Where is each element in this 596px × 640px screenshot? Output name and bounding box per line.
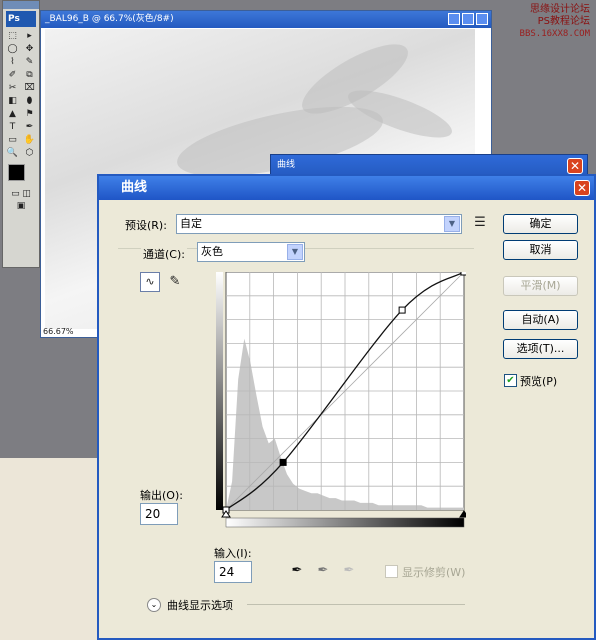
tools-panel: Ps ⬚ ▸ ◯ ✥ ⌇ ✎ ✐ ⧉ ✂ ⌧ ◧ ⬮ ▲ ⚑ T ✒ ▭ ✋ 🔍 ⬡ ▭ ◫ ▣ — [2, 0, 40, 268]
maximize-icon[interactable] — [462, 13, 474, 25]
tool-grid: ⬚ ▸ ◯ ✥ ⌇ ✎ ✐ ⧉ ✂ ⌧ ◧ ⬮ ▲ ⚑ T ✒ ▭ ✋ 🔍 ⬡ — [3, 29, 39, 160]
output-gradient-bar — [216, 272, 223, 510]
tool-icon-1[interactable]: ⬚ — [5, 30, 20, 42]
foreground-color-swatch[interactable] — [8, 164, 25, 181]
minimize-icon[interactable] — [448, 13, 460, 25]
tool-icon-3[interactable]: ◯ — [5, 43, 20, 55]
tool-icon-20[interactable]: ⬡ — [22, 147, 37, 159]
white-point-eyedropper-icon[interactable]: ✒ — [339, 561, 359, 581]
curves-graph[interactable] — [216, 272, 466, 544]
document-title[interactable]: _BAL96_B @ 66.7%(灰色/8#) — [41, 11, 491, 28]
show-clipping-label: 显示修剪(W) — [402, 566, 466, 579]
input-label: 输入(I): — [214, 547, 252, 560]
preview-label: 预览(P) — [520, 375, 558, 388]
document-window-controls — [448, 13, 488, 25]
pencil-draw-icon[interactable]: ✎ — [165, 272, 185, 292]
preset-dropdown[interactable]: 自定 ▼ — [176, 214, 462, 234]
cancel-button[interactable]: 取消 — [503, 240, 578, 260]
preview-checkbox[interactable]: ✔ — [504, 374, 517, 387]
black-point-eyedropper-icon[interactable]: ✒ — [287, 561, 307, 581]
channel-label: 通道(C): — [141, 246, 187, 262]
tool-icon-11[interactable]: ◧ — [5, 95, 20, 107]
curve-point-4 — [460, 272, 466, 276]
ok-button[interactable]: 确定 — [503, 214, 578, 234]
gray-point-eyedropper-icon[interactable]: ✒ — [313, 561, 333, 581]
tool-icon-6[interactable]: ✎ — [22, 56, 37, 68]
tool-icon-8[interactable]: ⧉ — [22, 69, 37, 81]
output-field[interactable]: 20 — [140, 503, 178, 525]
watermark: 思缘设计论坛 PS教程论坛 BBS.16XX8.COM — [520, 4, 590, 40]
input-gradient-bar — [225, 517, 465, 528]
preset-label: 预设(R): — [125, 219, 167, 232]
watermark-line-3: BBS.16XX8.COM — [519, 29, 590, 39]
tool-icon-17[interactable]: ▭ — [5, 134, 20, 146]
curve-point-2 — [279, 458, 287, 466]
screen-mode-icon[interactable]: ▣ — [3, 200, 39, 212]
watermark-line-1: 思缘设计论坛 — [530, 4, 590, 15]
channel-dropdown[interactable]: 灰色 ▼ — [197, 242, 305, 262]
dialog-title[interactable]: 曲线 — [99, 176, 594, 200]
channel-value: 灰色 — [201, 245, 223, 258]
tool-icon-5[interactable]: ⌇ — [5, 56, 20, 68]
color-swatches[interactable] — [3, 162, 39, 189]
chevron-down-icon[interactable]: ▼ — [287, 244, 303, 260]
curves-dialog: 曲线 ✕ 预设(R): 自定 ▼ ☰ 通道(C): 灰色 ▼ ∿ ✎ 输出(O)… — [97, 174, 596, 640]
watermark-line-2: PS教程论坛 — [537, 16, 590, 27]
tool-icon-10[interactable]: ⌧ — [22, 82, 37, 94]
output-label: 输出(O): — [140, 489, 183, 502]
curve-display-options-label[interactable]: 曲线显示选项 — [167, 597, 233, 613]
options-divider — [247, 604, 465, 605]
expand-options-icon[interactable]: ⌄ — [147, 598, 161, 612]
preset-menu-icon[interactable]: ☰ — [470, 213, 490, 233]
close-icon[interactable] — [476, 13, 488, 25]
quick-mask-icon[interactable]: ▭ ◫ — [3, 188, 39, 200]
tool-icon-16[interactable]: ✒ — [22, 121, 37, 133]
curve-edit-icon[interactable]: ∿ — [140, 272, 160, 292]
tool-icon-15[interactable]: T — [5, 121, 20, 133]
tools-panel-header[interactable] — [3, 1, 39, 9]
tool-icon-7[interactable]: ✐ — [5, 69, 20, 81]
tool-icon-9[interactable]: ✂ — [5, 82, 20, 94]
white-point-slider — [459, 510, 466, 518]
curve-point-3 — [398, 306, 406, 314]
options-button[interactable]: 选项(T)... — [503, 339, 578, 359]
input-field[interactable]: 24 — [214, 561, 252, 583]
close-icon[interactable]: ✕ — [567, 158, 583, 174]
photoshop-logo[interactable]: Ps — [6, 11, 36, 27]
auto-button[interactable]: 自动(A) — [503, 310, 578, 330]
zoom-level[interactable]: 66.67% — [43, 327, 74, 336]
smooth-button[interactable]: 平滑(M) — [503, 276, 578, 296]
show-clipping-checkbox[interactable] — [385, 565, 398, 578]
tool-icon-14[interactable]: ⚑ — [22, 108, 37, 120]
tool-icon-4[interactable]: ✥ — [22, 43, 37, 55]
background-dialog-title[interactable]: 曲线 — [271, 155, 587, 175]
tool-icon-2[interactable]: ▸ — [22, 30, 37, 42]
tool-icon-19[interactable]: 🔍 — [5, 147, 20, 159]
tool-icon-18[interactable]: ✋ — [22, 134, 37, 146]
tool-icon-13[interactable]: ▲ — [5, 108, 20, 120]
tool-icon-12[interactable]: ⬮ — [22, 95, 37, 107]
preset-value: 自定 — [180, 217, 202, 230]
close-icon[interactable]: ✕ — [574, 180, 590, 196]
chevron-down-icon[interactable]: ▼ — [444, 216, 460, 232]
